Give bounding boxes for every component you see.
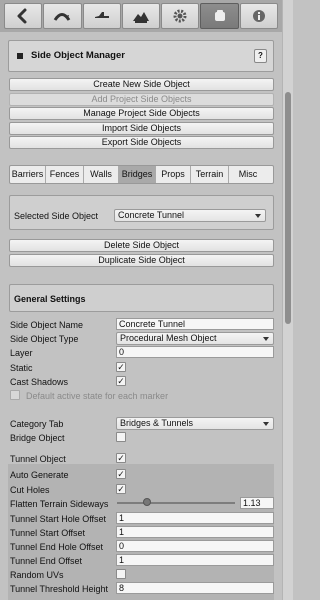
manage-project-side-objects-button[interactable]: Manage Project Side Objects [9, 107, 274, 120]
side-object-type-dropdown[interactable]: Procedural Mesh Object [116, 332, 274, 345]
category-tab-value: Bridges & Tunnels [120, 418, 194, 428]
toolbar-info-button[interactable] [239, 3, 278, 29]
toolbar-terrain-button[interactable] [121, 3, 161, 29]
toolbar-side-objects-button[interactable] [200, 3, 239, 29]
flatten-slider-track[interactable] [117, 502, 235, 504]
manager-header: Side Object Manager ? [8, 40, 274, 72]
start-offset-field[interactable]: 1 [116, 526, 274, 538]
selected-object-label: Selected Side Object [14, 211, 99, 221]
end-hole-offset-field[interactable]: 0 [116, 540, 274, 552]
side-object-type-value: Procedural Mesh Object [120, 333, 217, 343]
tab-fences[interactable]: Fences [46, 166, 84, 183]
vertical-scrollbar[interactable] [282, 0, 293, 600]
selected-object-box: Selected Side Object Concrete Tunnel [9, 195, 274, 230]
end-hole-offset-label: Tunnel End Hole Offset [10, 542, 104, 552]
vehicle-icon [94, 12, 109, 18]
toolbar-back-button[interactable] [4, 3, 43, 29]
category-tabs: Barriers Fences Walls Bridges Props Terr… [9, 165, 274, 184]
random-uvs-label: Random UVs [10, 570, 64, 580]
tab-terrain[interactable]: Terrain [191, 166, 229, 183]
add-project-side-objects-button: Add Project Side Objects [9, 93, 274, 106]
flatten-value-field[interactable]: 1.13 [240, 497, 274, 509]
start-hole-offset-field[interactable]: 1 [116, 512, 274, 524]
create-side-object-button[interactable]: Create New Side Object [9, 78, 274, 91]
selected-object-dropdown[interactable]: Concrete Tunnel [114, 209, 266, 222]
layer-field[interactable]: 0 [116, 346, 274, 358]
static-label: Static [10, 363, 33, 373]
info-icon [252, 10, 265, 22]
start-offset-label: Tunnel Start Offset [10, 528, 86, 538]
tunnel-object-label: Tunnel Object [10, 454, 66, 464]
tab-walls[interactable]: Walls [84, 166, 119, 183]
cut-holes-label: Cut Holes [10, 485, 50, 495]
selected-object-value: Concrete Tunnel [118, 210, 185, 220]
gear-icon [173, 9, 187, 23]
back-arrow-icon [17, 8, 27, 24]
category-tab-label: Category Tab [10, 419, 64, 429]
side-object-type-label: Side Object Type [10, 334, 79, 344]
general-settings-title: General Settings [14, 294, 86, 304]
layer-label: Layer [10, 348, 33, 358]
threshold-height-field[interactable]: 8 [116, 582, 274, 594]
general-settings-box: General Settings [9, 284, 274, 312]
bridge-object-checkbox[interactable] [116, 432, 126, 442]
delete-side-object-button[interactable]: Delete Side Object [9, 239, 274, 252]
default-active-checkbox [10, 390, 20, 400]
cast-shadows-checkbox[interactable]: ✓ [116, 376, 126, 386]
help-button[interactable]: ? [254, 49, 267, 63]
end-offset-field[interactable]: 1 [116, 554, 274, 566]
chevron-down-icon [263, 422, 269, 426]
tab-misc[interactable]: Misc [229, 166, 267, 183]
end-offset-label: Tunnel End Offset [10, 556, 83, 566]
auto-generate-label: Auto Generate [10, 470, 69, 480]
toolbar-road-button[interactable] [43, 3, 82, 29]
toolbar-settings-button[interactable] [161, 3, 200, 29]
side-object-icon [214, 10, 225, 21]
duplicate-side-object-button[interactable]: Duplicate Side Object [9, 254, 274, 267]
tunnel-object-checkbox[interactable]: ✓ [116, 453, 126, 463]
flatten-terrain-label: Flatten Terrain Sideways [10, 499, 109, 509]
static-checkbox[interactable]: ✓ [116, 362, 126, 372]
side-object-name-label: Side Object Name [10, 320, 84, 330]
tab-barriers[interactable]: Barriers [10, 166, 46, 183]
chevron-down-icon [263, 337, 269, 341]
start-hole-offset-label: Tunnel Start Hole Offset [10, 514, 107, 524]
inspector-panel: Side Object Manager ? Create New Side Ob… [0, 32, 282, 600]
toolbar-vehicle-button[interactable] [82, 3, 121, 29]
tab-bridges[interactable]: Bridges [119, 166, 156, 183]
cast-shadows-label: Cast Shadows [10, 377, 69, 387]
bridge-object-label: Bridge Object [10, 433, 65, 443]
category-tab-dropdown[interactable]: Bridges & Tunnels [116, 417, 274, 430]
terrain-icon [132, 12, 149, 23]
top-toolbar [0, 0, 282, 32]
auto-generate-checkbox[interactable]: ✓ [116, 469, 126, 479]
chevron-down-icon [255, 214, 261, 218]
export-side-objects-button[interactable]: Export Side Objects [9, 136, 274, 149]
scrollbar-thumb[interactable] [285, 92, 291, 324]
page-title: Side Object Manager [31, 50, 125, 61]
side-object-name-field[interactable]: Concrete Tunnel [116, 318, 274, 330]
threshold-height-label: Tunnel Threshold Height [10, 584, 109, 594]
random-uvs-checkbox[interactable] [116, 569, 126, 579]
default-active-label: Default active state for each marker [26, 391, 169, 401]
header-bullet-icon [17, 53, 23, 59]
road-icon [54, 13, 71, 21]
cut-holes-checkbox[interactable]: ✓ [116, 484, 126, 494]
import-side-objects-button[interactable]: Import Side Objects [9, 122, 274, 135]
flatten-slider-knob[interactable] [142, 498, 151, 506]
tab-props[interactable]: Props [156, 166, 191, 183]
